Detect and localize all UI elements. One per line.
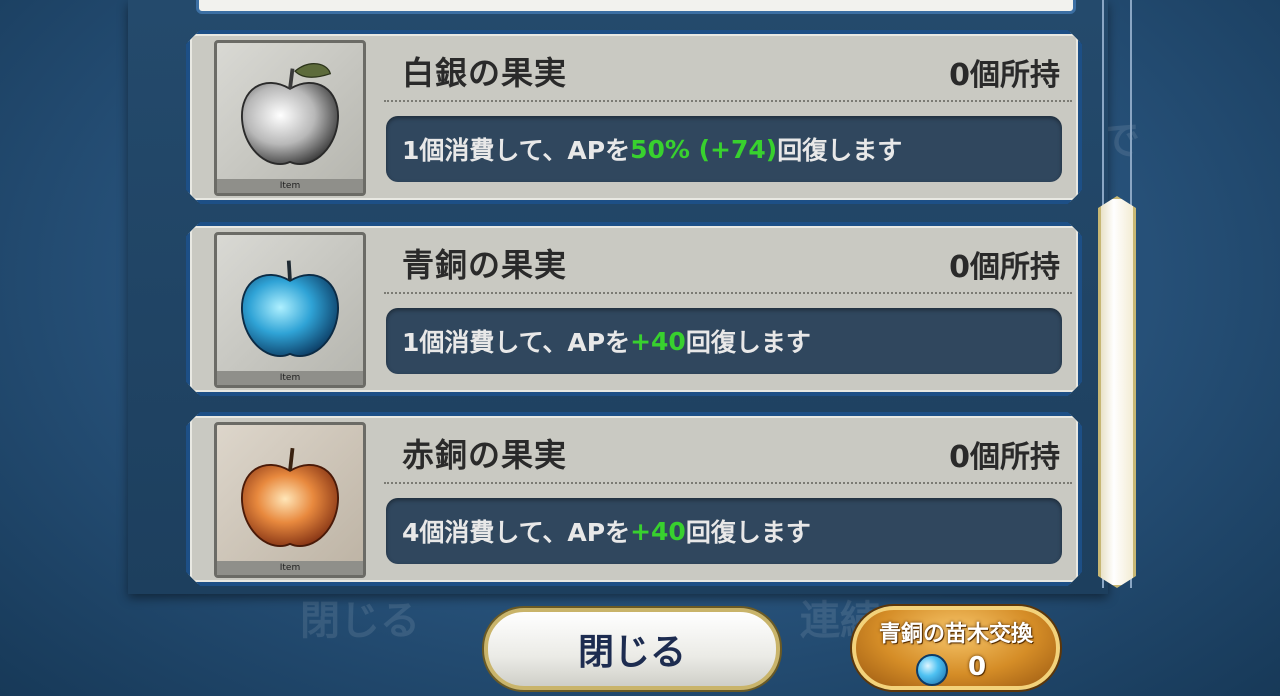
item-tag: Item xyxy=(217,371,363,385)
background-ghost-close: 閉じる xyxy=(300,598,420,644)
item-count: 0個所持 xyxy=(949,250,1060,285)
copper-apple-icon xyxy=(227,433,353,559)
description-suffix: 回復します xyxy=(685,518,811,547)
item-description: 1個消費して、APを 50% (+74) 回復します xyxy=(386,116,1062,182)
description-prefix: 1個消費して、APを xyxy=(402,136,631,165)
item-description: 1個消費して、APを +40 回復します xyxy=(386,308,1062,374)
item-icon-frame: Item xyxy=(214,422,366,578)
description-suffix: 回復します xyxy=(777,136,903,165)
item-tag: Item xyxy=(217,561,363,575)
description-prefix: 4個消費して、APを xyxy=(402,518,631,547)
sapling-count: 0 xyxy=(968,652,987,682)
item-name: 赤銅の果実 xyxy=(402,436,568,474)
ap-recovery-amount: 50% (+74) xyxy=(630,134,778,164)
divider xyxy=(384,292,1072,294)
item-card-silver-fruit[interactable]: Item 白銀の果実 0個所持 1個消費して、APを 50% (+74) 回復しま… xyxy=(186,30,1082,204)
item-card-copper-fruit[interactable]: Item 赤銅の果実 0個所持 4個消費して、APを +40 回復します xyxy=(186,412,1082,586)
item-count: 0個所持 xyxy=(949,58,1060,93)
item-icon-frame: Item xyxy=(214,40,366,196)
item-description: 4個消費して、APを +40 回復します xyxy=(386,498,1062,564)
blue-orb-icon xyxy=(916,654,948,686)
divider xyxy=(384,482,1072,484)
scrollbar-thumb[interactable] xyxy=(1098,196,1136,588)
close-button[interactable]: 閉じる xyxy=(484,608,780,690)
item-tag: Item xyxy=(217,179,363,193)
bronze-apple-icon xyxy=(227,243,353,369)
item-name: 白銀の果実 xyxy=(402,54,568,92)
item-card-bronze-fruit[interactable]: Item 青銅の果実 0個所持 1個消費して、APを +40 回復します xyxy=(186,222,1082,396)
divider xyxy=(384,100,1072,102)
item-name: 青銅の果実 xyxy=(402,246,568,284)
close-button-label: 閉じる xyxy=(577,632,686,673)
exchange-button-label: 青銅の苗木交換 xyxy=(878,622,1033,647)
ap-recovery-amount: +40 xyxy=(630,326,686,356)
description-suffix: 回復します xyxy=(685,328,811,357)
ap-recovery-amount: +40 xyxy=(630,516,686,546)
item-icon-frame: Item xyxy=(214,232,366,388)
item-count: 0個所持 xyxy=(949,440,1060,475)
sapling-exchange-button[interactable]: 青銅の苗木交換 0 xyxy=(852,606,1060,690)
description-prefix: 1個消費して、APを xyxy=(402,328,631,357)
previous-item-card-edge xyxy=(196,0,1076,14)
silver-apple-icon xyxy=(227,51,353,177)
